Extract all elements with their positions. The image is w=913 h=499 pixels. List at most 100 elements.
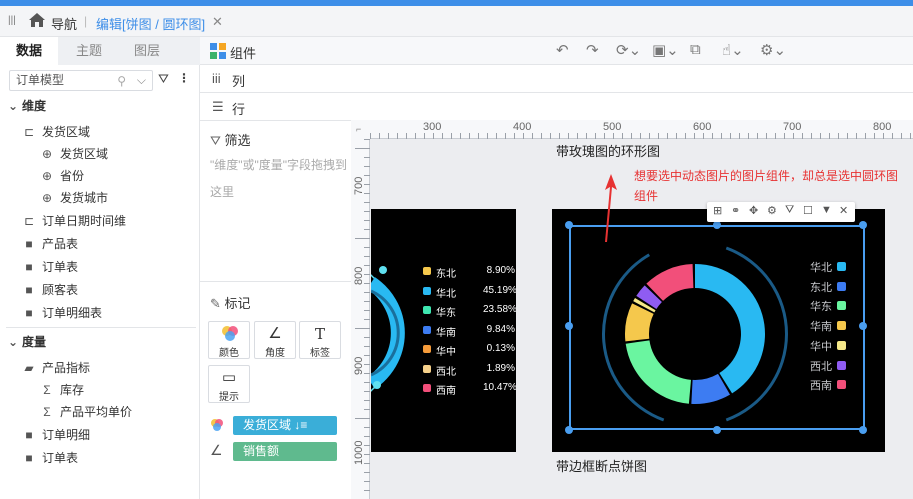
tab-nav[interactable]: 导航 (51, 14, 77, 33)
redo-icon[interactable]: ↷ (586, 41, 599, 59)
resize-handle[interactable] (713, 426, 721, 434)
ruler-tick (364, 319, 370, 320)
legend-swatch (423, 345, 431, 353)
filter-sort-icon[interactable]: ⛛ (158, 71, 169, 87)
ruler-tick (364, 202, 370, 203)
legend-swatch (423, 325, 431, 334)
ruler-tick (865, 133, 866, 139)
hand-icon[interactable]: ☝⌄ (722, 41, 744, 59)
mark-color-button[interactable]: 颜色 (208, 321, 250, 359)
tree-item[interactable]: ■ 订单表 (22, 256, 78, 278)
ruler-tick (559, 133, 560, 139)
resize-handle[interactable] (713, 221, 721, 229)
color-field-pill[interactable]: 发货区域 ↓≡ (233, 416, 337, 435)
mark-tooltip-button[interactable]: ▭ 提示 (208, 365, 250, 403)
ruler-tick (892, 133, 893, 139)
legend-value: 23.58% (483, 304, 516, 315)
dimension-section[interactable]: ⌄ 维度 (8, 95, 46, 117)
columns-shelf[interactable]: iii 列 (200, 65, 913, 93)
tree-item[interactable]: ■ 订单明细 (22, 424, 90, 446)
legend-item: 东北 8.90% (423, 265, 516, 280)
resize-handle[interactable] (859, 221, 867, 229)
hierarchy-icon: ⊏ (23, 214, 35, 228)
model-select[interactable]: 订单模型 ⚲ ⌵ (9, 70, 153, 91)
tree-item[interactable]: ⊕ 省份 (40, 165, 84, 187)
refresh-icon[interactable]: ⟳⌄ (616, 41, 641, 59)
chevron-down-icon: ⌵ (136, 73, 146, 87)
ruler-tick (622, 133, 623, 139)
ruler-tick (364, 211, 370, 212)
ruler-tick (730, 133, 731, 139)
ruler-tick (820, 133, 821, 139)
angle-field-icon: ∠ (210, 442, 223, 458)
ruler-tick (364, 337, 370, 338)
measure-section[interactable]: ⌄ 度量 (8, 331, 46, 353)
rose-donut-chart[interactable]: 东北 8.90% 华北 45.19% 华东 23.58% 华南 9.84% 华中 0.13% 西北 1… (371, 209, 516, 452)
component-label[interactable]: 组件 (230, 43, 256, 62)
selection-box (569, 225, 865, 430)
rows-shelf[interactable]: ☰ 行 (200, 93, 913, 121)
ruler-tick (364, 391, 370, 392)
resize-handle[interactable] (565, 221, 573, 229)
tab-bar: ||| 导航 | 编辑[饼图 / 圆环图] ✕ (0, 6, 913, 37)
tab-theme[interactable]: 主题 (60, 37, 118, 65)
angle-field-pill[interactable]: 销售额 (233, 442, 337, 461)
design-canvas[interactable]: ⌐ 300 400 500 600 700 800 700 800 900 1000 带玫瑰图的… (351, 120, 913, 499)
resize-handle[interactable] (859, 426, 867, 434)
ruler-tick (568, 133, 569, 139)
tree-item[interactable]: ■ 顾客表 (22, 279, 78, 301)
tab-data[interactable]: 数据 (0, 37, 58, 65)
ruler-label: 600 (693, 121, 712, 133)
search-icon[interactable]: ⚲ (117, 72, 126, 91)
home-icon[interactable] (28, 12, 46, 28)
tab-editing[interactable]: 编辑[饼图 / 圆环图] (96, 14, 205, 33)
more-options-icon[interactable]: ⋮ (178, 71, 190, 85)
tree-item[interactable]: ⊕ 发货城市 (40, 187, 108, 209)
legend-label: 西北 (436, 366, 456, 378)
hierarchy-icon: ⊏ (23, 125, 35, 139)
undo-icon[interactable]: ↶ (556, 41, 569, 59)
ruler-tick (856, 133, 857, 139)
settings-gear-icon[interactable]: ⚙⌄ (760, 41, 786, 59)
sort-icon[interactable]: ↓≡ (294, 418, 307, 432)
tree-item[interactable]: ▰ 产品指标 (22, 357, 90, 379)
ruler-tick (364, 400, 370, 401)
save-icon[interactable]: ▣⌄ (652, 41, 679, 59)
ruler-tick (364, 220, 370, 221)
resize-handle[interactable] (565, 322, 573, 330)
tree-item[interactable]: ■ 订单明细表 (22, 302, 102, 324)
legend-swatch (423, 384, 431, 392)
ruler-tick (415, 133, 416, 139)
filter-drop-zone[interactable]: "维度"或"度量"字段拖拽到这里 (210, 152, 350, 206)
legend-value: 0.13% (486, 343, 515, 354)
columns-icon: iii (212, 71, 221, 86)
ruler-tick (364, 166, 370, 167)
menu-grip-icon[interactable]: ||| (8, 15, 16, 26)
left-ruler: 700 800 900 1000 (351, 139, 370, 499)
ruler-tick (550, 133, 551, 139)
tree-item[interactable]: ⊕ 发货区域 (40, 143, 108, 165)
legend-value: 1.89% (486, 362, 515, 374)
legend-value: 8.90% (486, 265, 515, 276)
tree-item[interactable]: ⊏ 发货区域 (22, 121, 90, 143)
legend-item: 华中 0.13% (423, 343, 516, 358)
tree-item[interactable]: ■ 产品表 (22, 233, 78, 255)
tree-item[interactable]: ⊏ 订单日期时间维 (22, 210, 126, 232)
mark-angle-button[interactable]: ∠ 角度 (254, 321, 296, 359)
preview-icon[interactable]: ⧉ (690, 41, 701, 58)
ruler-tick (397, 133, 398, 139)
ruler-tick (442, 133, 443, 139)
tree-item[interactable]: Σ 产品平均单价 (40, 401, 132, 423)
model-select-value: 订单模型 (16, 73, 65, 87)
tree-item[interactable]: Σ 库存 (40, 379, 84, 401)
tab-layers[interactable]: 图层 (118, 37, 176, 65)
resize-handle[interactable] (859, 322, 867, 330)
tab-close-icon[interactable]: ✕ (212, 14, 223, 30)
ruler-tick (901, 133, 902, 139)
ruler-tick (370, 133, 371, 139)
resize-handle[interactable] (565, 426, 573, 434)
ruler-tick (355, 418, 370, 419)
tree-item[interactable]: ■ 订单表 (22, 447, 78, 469)
mark-label-button[interactable]: T 标签 (299, 321, 341, 359)
component-grid-icon[interactable] (210, 43, 226, 59)
